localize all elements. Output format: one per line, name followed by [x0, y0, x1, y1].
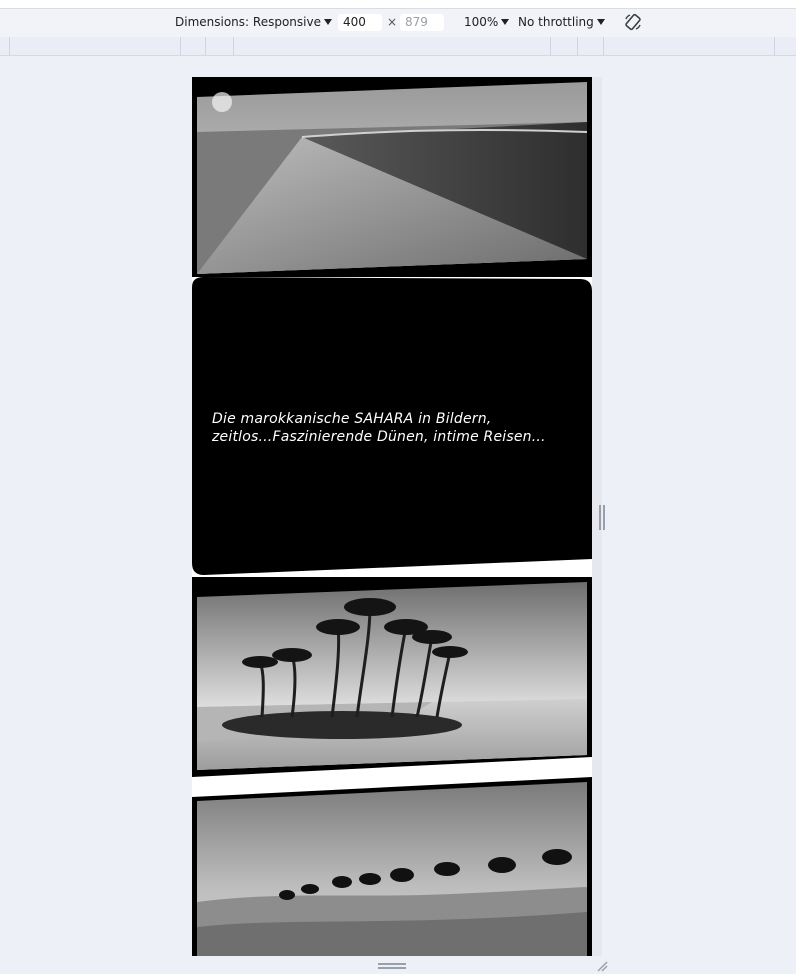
- dimensions-dropdown[interactable]: Dimensions: Responsive: [175, 15, 332, 29]
- media-query-ruler[interactable]: [0, 37, 796, 56]
- dimensions-label: Dimensions: Responsive: [175, 15, 321, 29]
- resize-corner-icon[interactable]: [596, 960, 608, 972]
- device-toolbar: Dimensions: Responsive 400 × 879 100% No…: [0, 9, 796, 38]
- browser-top-strip: [0, 0, 796, 9]
- device-viewport: Die marokkanische SAHARA in Bildern, zei…: [192, 77, 592, 956]
- caption-text: Die marokkanische SAHARA in Bildern, zei…: [212, 410, 582, 446]
- zoom-dropdown[interactable]: 100%: [464, 15, 510, 29]
- chevron-down-icon: [501, 19, 510, 25]
- zoom-label: 100%: [464, 15, 499, 29]
- dunes-photo: [192, 77, 592, 277]
- caption-line-1: Die marokkanische SAHARA in Bildern,: [212, 411, 492, 427]
- rotate-icon[interactable]: [624, 13, 642, 31]
- width-input[interactable]: 400: [338, 14, 382, 31]
- caption-line-2: zeitlos...Faszinierende Dünen, intime Re…: [212, 429, 546, 445]
- resize-handle-right[interactable]: [599, 505, 605, 530]
- times-sign: ×: [387, 15, 398, 29]
- throttling-dropdown[interactable]: No throttling: [518, 15, 605, 29]
- height-input[interactable]: 879: [400, 14, 444, 31]
- throttling-label: No throttling: [518, 15, 594, 29]
- resize-handle-bottom[interactable]: [378, 963, 406, 970]
- oasis-photo: [192, 577, 592, 777]
- chevron-down-icon: [323, 19, 332, 25]
- chevron-down-icon: [596, 19, 605, 25]
- camel-caravan-photo: [192, 777, 592, 956]
